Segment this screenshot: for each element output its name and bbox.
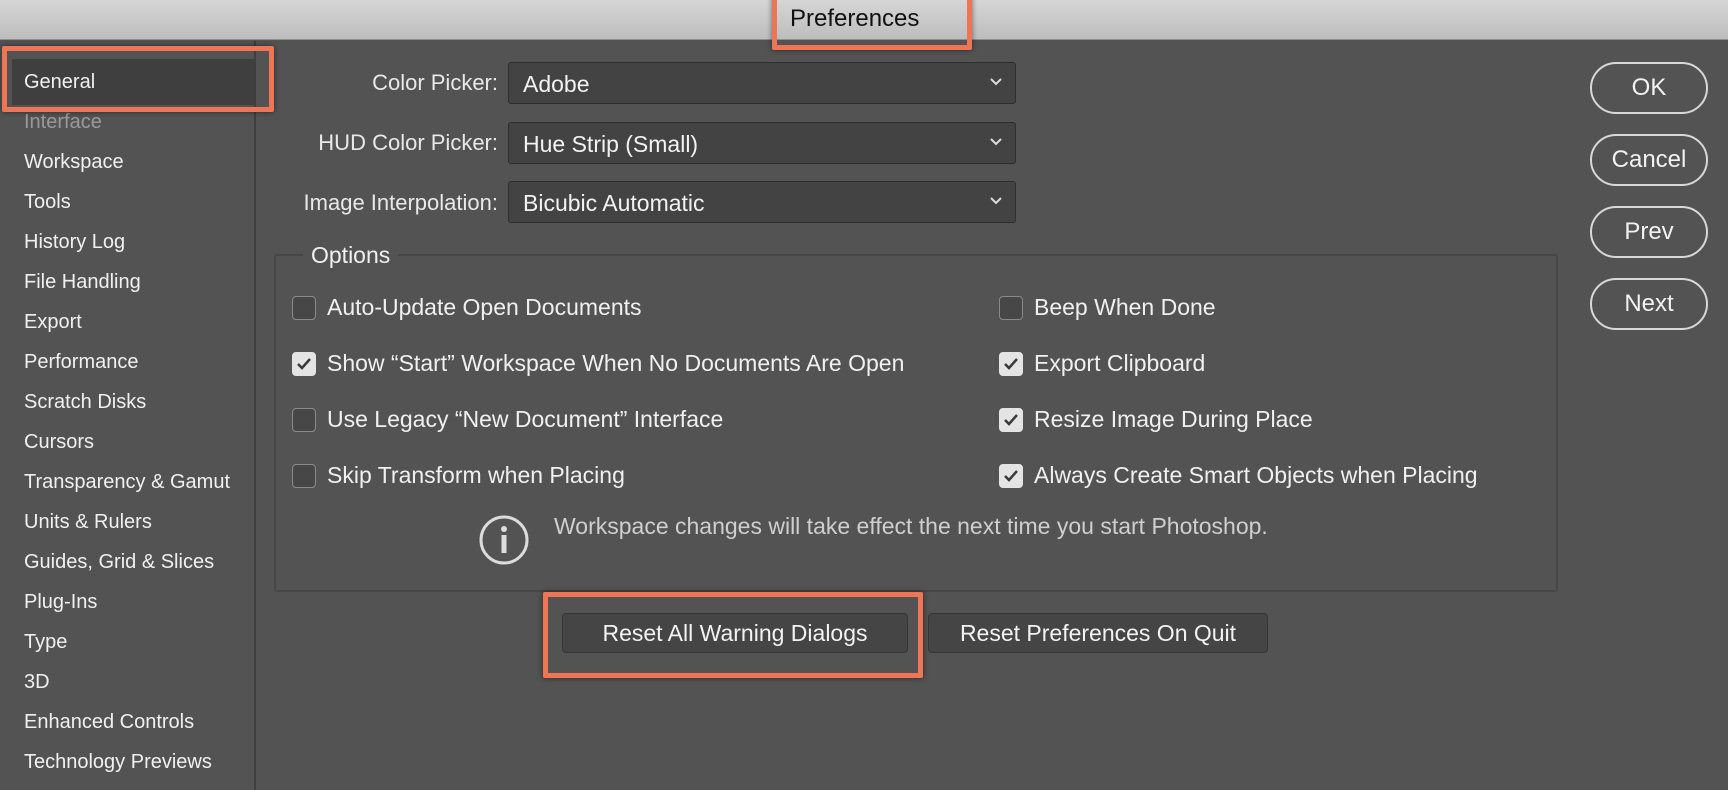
title-bar: Preferences	[0, 0, 1728, 40]
sidebar-item-guides-grid-slices[interactable]: Guides, Grid & Slices	[24, 551, 214, 574]
color-picker-label: Color Picker:	[372, 70, 498, 95]
sidebar-item-history-log[interactable]: History Log	[24, 231, 125, 254]
info-message: Workspace changes will take effect the n…	[554, 513, 1268, 539]
chevron-down-icon	[990, 78, 1002, 86]
hud-color-picker-select[interactable]: Hue Strip (Small)	[508, 122, 1016, 164]
image-interpolation-value: Bicubic Automatic	[523, 190, 705, 216]
beep-when-done-checkbox[interactable]	[999, 296, 1023, 320]
sidebar-item-scratch-disks[interactable]: Scratch Disks	[24, 391, 146, 414]
sidebar-item-type[interactable]: Type	[24, 631, 67, 654]
legacy-new-document-checkbox[interactable]	[292, 408, 316, 432]
chevron-down-icon	[990, 197, 1002, 205]
sidebar-item-file-handling[interactable]: File Handling	[24, 271, 141, 294]
skip-transform-label[interactable]: Skip Transform when Placing	[327, 462, 625, 489]
window-title: Preferences	[790, 5, 920, 32]
image-interpolation-select[interactable]: Bicubic Automatic	[508, 181, 1016, 223]
sidebar-item-technology-previews[interactable]: Technology Previews	[24, 751, 212, 774]
prev-button[interactable]: Prev	[1590, 206, 1708, 258]
skip-transform-checkbox[interactable]	[292, 464, 316, 488]
export-clipboard-checkbox[interactable]	[999, 352, 1023, 376]
resize-image-label[interactable]: Resize Image During Place	[1034, 406, 1313, 433]
checkmark-icon	[1004, 414, 1018, 426]
cancel-button[interactable]: Cancel	[1590, 134, 1708, 186]
auto-update-checkbox[interactable]	[292, 296, 316, 320]
sidebar-item-transparency-gamut[interactable]: Transparency & Gamut	[24, 471, 230, 494]
export-clipboard-label[interactable]: Export Clipboard	[1034, 350, 1205, 377]
sidebar-item-cursors[interactable]: Cursors	[24, 431, 94, 454]
color-picker-value: Adobe	[523, 71, 590, 97]
hud-color-picker-label: HUD Color Picker:	[318, 130, 498, 155]
show-start-workspace-checkbox[interactable]	[292, 352, 316, 376]
hud-color-picker-value: Hue Strip (Small)	[523, 131, 699, 157]
sidebar-item-units-rulers[interactable]: Units & Rulers	[24, 511, 152, 534]
sidebar-item-export[interactable]: Export	[24, 311, 82, 334]
image-interpolation-label: Image Interpolation:	[303, 190, 498, 215]
legacy-new-document-label[interactable]: Use Legacy “New Document” Interface	[327, 406, 723, 433]
smart-objects-checkbox[interactable]	[999, 464, 1023, 488]
next-button[interactable]: Next	[1590, 278, 1708, 330]
sidebar-item-workspace[interactable]: Workspace	[24, 151, 124, 174]
show-start-workspace-label[interactable]: Show “Start” Workspace When No Documents…	[327, 350, 904, 377]
reset-warning-dialogs-button[interactable]: Reset All Warning Dialogs	[562, 613, 908, 653]
info-icon	[479, 515, 529, 565]
sidebar: General Interface Workspace Tools Histor…	[0, 41, 256, 790]
resize-image-checkbox[interactable]	[999, 408, 1023, 432]
sidebar-item-interface[interactable]: Interface	[24, 111, 102, 134]
checkmark-icon	[297, 358, 311, 370]
ok-button[interactable]: OK	[1590, 62, 1708, 114]
options-title: Options	[303, 242, 399, 269]
sidebar-item-performance[interactable]: Performance	[24, 351, 139, 374]
sidebar-item-plug-ins[interactable]: Plug-Ins	[24, 591, 97, 614]
auto-update-label[interactable]: Auto-Update Open Documents	[327, 294, 642, 321]
sidebar-item-general[interactable]: General	[24, 71, 95, 94]
beep-when-done-label[interactable]: Beep When Done	[1034, 294, 1216, 321]
checkmark-icon	[1004, 358, 1018, 370]
chevron-down-icon	[990, 138, 1002, 146]
checkmark-icon	[1004, 470, 1018, 482]
smart-objects-label[interactable]: Always Create Smart Objects when Placing	[1034, 462, 1478, 489]
color-picker-select[interactable]: Adobe	[508, 62, 1016, 104]
reset-preferences-button[interactable]: Reset Preferences On Quit	[928, 613, 1268, 653]
sidebar-item-enhanced-controls[interactable]: Enhanced Controls	[24, 711, 194, 734]
sidebar-item-3d[interactable]: 3D	[24, 671, 50, 694]
sidebar-item-tools[interactable]: Tools	[24, 191, 71, 214]
